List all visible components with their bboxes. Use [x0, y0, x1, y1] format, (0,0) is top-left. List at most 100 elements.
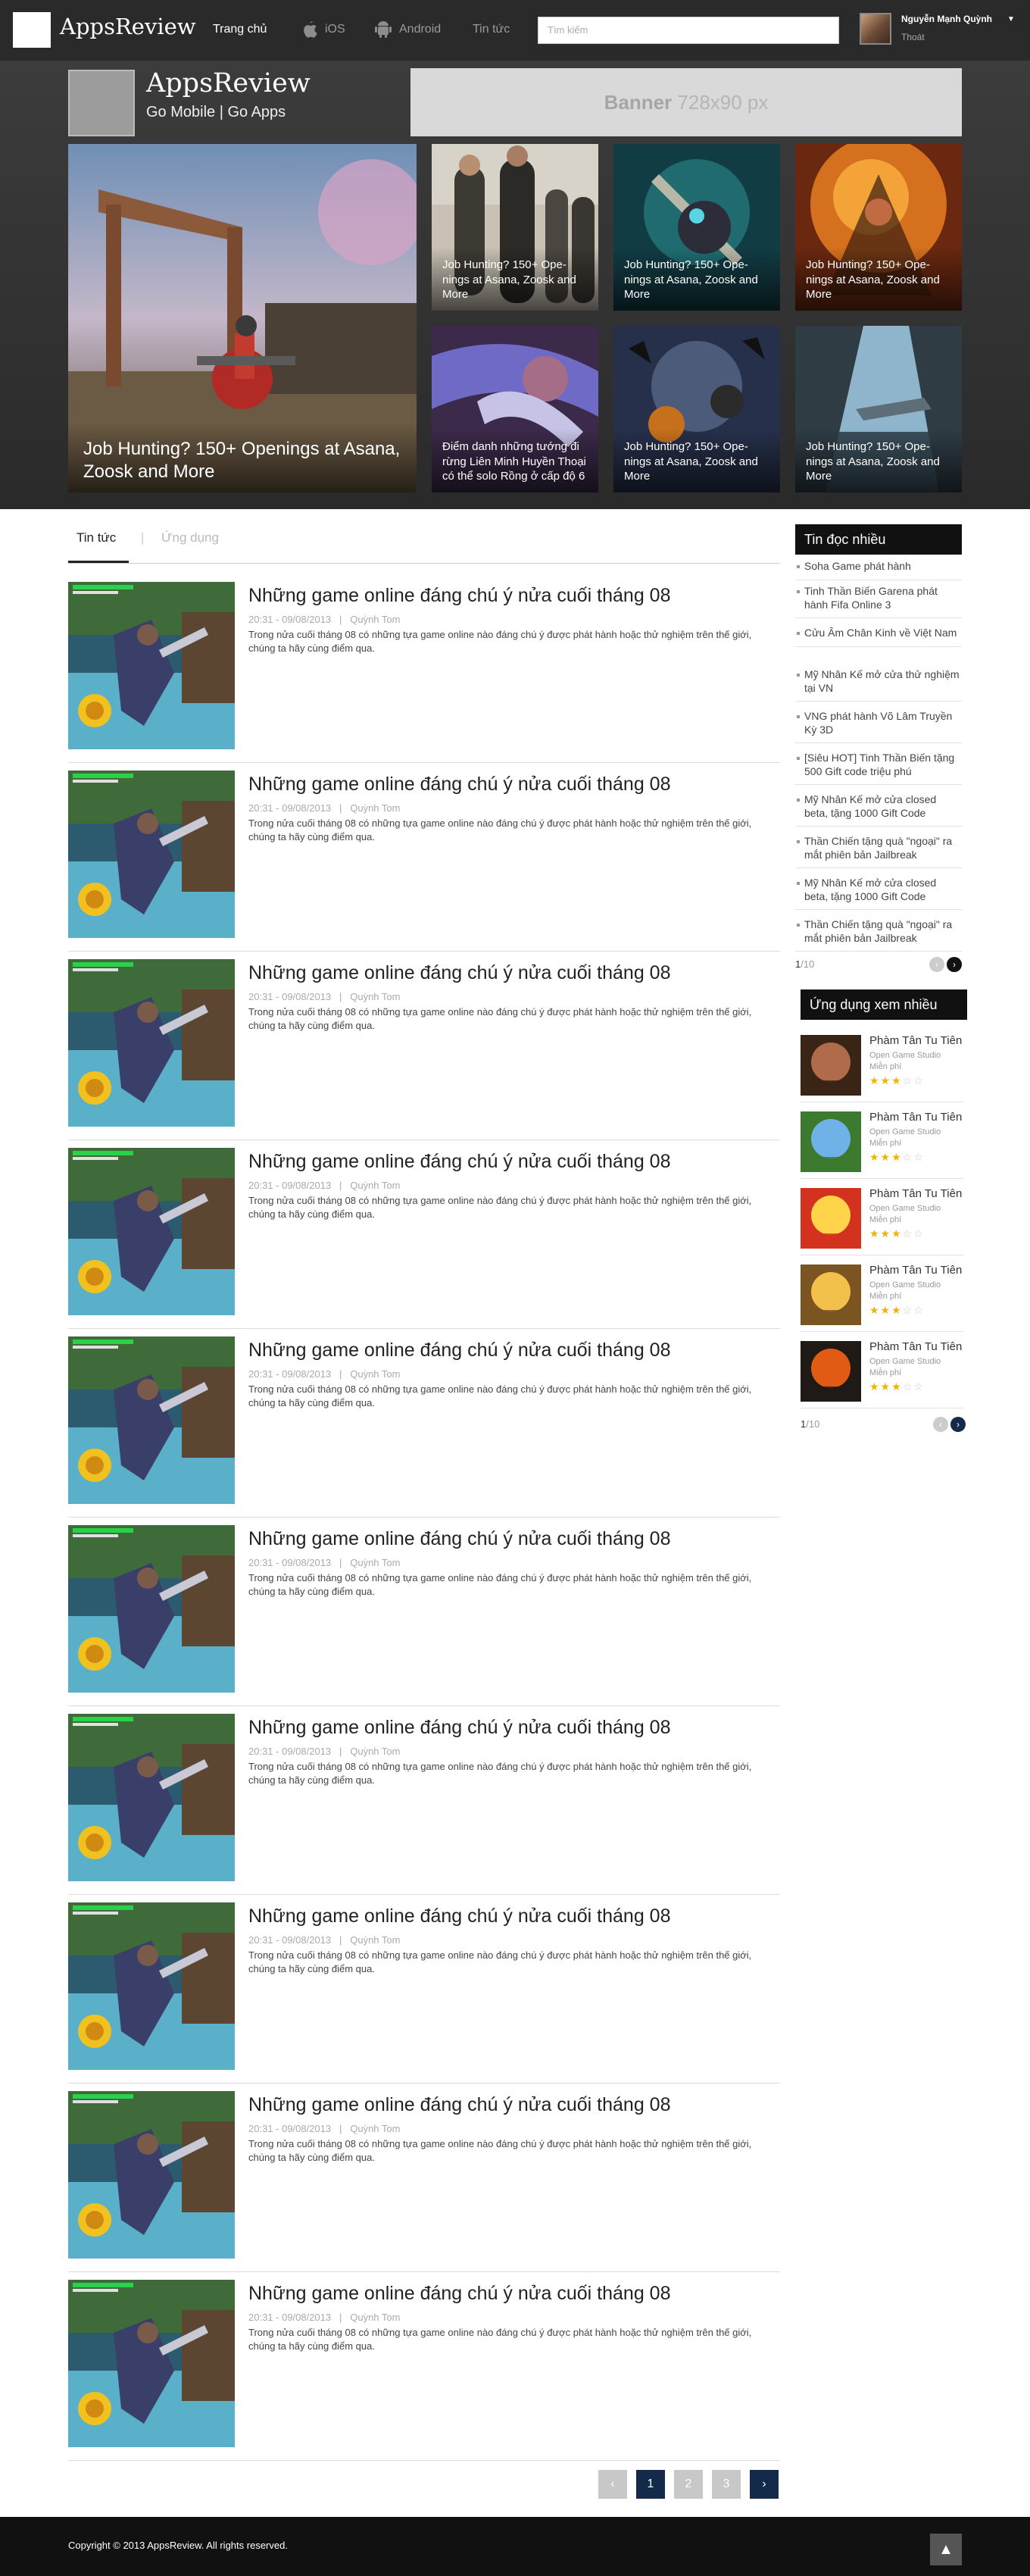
- ad-banner[interactable]: Banner 728x90 px: [410, 68, 962, 136]
- logo-text[interactable]: AppsReview: [60, 14, 196, 39]
- article-title[interactable]: Những game online đáng chú ý nửa cuối th…: [248, 1151, 670, 1173]
- app-item[interactable]: Phàm Tân Tu Tiên Open Game Studio Miễn phí…: [801, 1183, 963, 1255]
- most-read-item[interactable]: Mỹ Nhân Kế mở cửa closed beta, tặng 1000…: [795, 789, 962, 827]
- app-name[interactable]: Phàm Tân Tu Tiên: [869, 1187, 962, 1200]
- article-title[interactable]: Những game online đáng chú ý nửa cuối th…: [248, 1905, 670, 1927]
- article-thumbnail[interactable]: [68, 2091, 235, 2259]
- article-author[interactable]: Quỳnh Tom: [350, 1557, 400, 1568]
- app-price: Miễn phí: [869, 1292, 902, 1301]
- site-tagline: Go Mobile | Go Apps: [146, 104, 286, 120]
- tab-apps[interactable]: Ứng dụng: [161, 530, 219, 546]
- app-item[interactable]: Phàm Tân Tu Tiên Open Game Studio Miễn phí…: [801, 1030, 963, 1102]
- angry-birds-icon[interactable]: [801, 1188, 861, 1249]
- article-author[interactable]: Quỳnh Tom: [350, 802, 400, 814]
- article-author[interactable]: Quỳnh Tom: [350, 1180, 400, 1191]
- most-read-item[interactable]: Tinh Thần Biến Garena phát hành Fifa Onl…: [795, 580, 962, 618]
- tile-title[interactable]: Job Hunting? 150+ Ope-nings at Asana, Zo…: [795, 429, 962, 492]
- rating-stars: ★★★☆☆: [869, 1074, 925, 1086]
- most-read-prev-icon[interactable]: ‹: [929, 957, 944, 972]
- tile-title[interactable]: Job Hunting? 150+ Ope-nings at Asana, Zo…: [613, 247, 780, 311]
- article-thumbnail[interactable]: [68, 1714, 235, 1881]
- article-author[interactable]: Quỳnh Tom: [350, 1746, 400, 1757]
- app-name[interactable]: Phàm Tân Tu Tiên: [869, 1034, 962, 1047]
- tile-article[interactable]: Job Hunting? 150+ Ope-nings at Asana, Zo…: [613, 144, 780, 311]
- article-author[interactable]: Quỳnh Tom: [350, 1934, 400, 1946]
- most-read-next-icon[interactable]: ›: [947, 957, 962, 972]
- tile-article[interactable]: Điểm danh những tướng đi rừng Liên Minh …: [432, 326, 598, 492]
- tile-article[interactable]: Job Hunting? 150+ Ope-nings at Asana, Zo…: [613, 326, 780, 492]
- pagination-page-1[interactable]: 1: [636, 2470, 665, 2499]
- article-thumbnail[interactable]: [68, 1148, 235, 1315]
- tile-article[interactable]: Job Hunting? 150+ Ope-nings at Asana, Zo…: [795, 144, 962, 311]
- apps-next-icon[interactable]: ›: [950, 1417, 966, 1432]
- article-author[interactable]: Quỳnh Tom: [350, 2312, 400, 2323]
- ball-game-icon[interactable]: [801, 1111, 861, 1172]
- app-item[interactable]: Phàm Tân Tu Tiên Open Game Studio Miễn phí…: [801, 1336, 963, 1408]
- pagination-page-2[interactable]: 2: [674, 2470, 703, 2499]
- article-title[interactable]: Những game online đáng chú ý nửa cuối th…: [248, 774, 670, 796]
- article-thumbnail[interactable]: [68, 582, 235, 749]
- most-read-item[interactable]: [Siêu HOT] Tinh Thần Biến tặng 500 Gift …: [795, 747, 962, 785]
- most-read-item[interactable]: VNG phát hành Võ Lâm Truyền Kỳ 3D: [795, 705, 962, 743]
- tile-title[interactable]: Job Hunting? 150+ Ope-nings at Asana, Zo…: [795, 247, 962, 311]
- user-name[interactable]: Nguyễn Mạnh Quỳnh: [901, 14, 992, 24]
- tab-news[interactable]: Tin tức: [76, 530, 116, 546]
- app-item[interactable]: Phàm Tân Tu Tiên Open Game Studio Miễn phí…: [801, 1260, 963, 1332]
- meta-separator: |: [339, 802, 342, 814]
- nav-news[interactable]: Tin tức: [473, 23, 510, 36]
- article-author[interactable]: Quỳnh Tom: [350, 991, 400, 1002]
- tile-title[interactable]: Job Hunting? 150+ Ope-nings at Asana, Zo…: [432, 247, 598, 311]
- chevron-down-icon[interactable]: ▼: [1007, 15, 1015, 23]
- most-read-item[interactable]: Cửu Âm Chân Kinh về Việt Nam: [795, 622, 962, 647]
- app-item[interactable]: Phàm Tân Tu Tiên Open Game Studio Miễn phí…: [801, 1107, 963, 1179]
- apps-prev-icon[interactable]: ‹: [933, 1417, 948, 1432]
- featured-title[interactable]: Job Hunting? 150+ Openings at Asana, Zoo…: [68, 423, 417, 492]
- most-read-item[interactable]: Thần Chiến tặng quà "ngoại" ra mắt phiên…: [795, 914, 962, 952]
- most-read-item[interactable]: Mỹ Nhân Kế mở cửa closed beta, tặng 1000…: [795, 872, 962, 910]
- nav-android[interactable]: Android: [399, 23, 441, 36]
- article-thumbnail[interactable]: [68, 1902, 235, 2070]
- app-name[interactable]: Phàm Tân Tu Tiên: [869, 1340, 962, 1353]
- tile-title[interactable]: Job Hunting? 150+ Ope-nings at Asana, Zo…: [613, 429, 780, 492]
- tile-title[interactable]: Điểm danh những tướng đi rừng Liên Minh …: [432, 429, 598, 492]
- back-to-top-icon[interactable]: ▲: [930, 2534, 962, 2565]
- article-title[interactable]: Những game online đáng chú ý nửa cuối th…: [248, 962, 670, 984]
- most-read-item[interactable]: Mỹ Nhân Kế mở cửa thử nghiệm tại VN: [795, 664, 962, 702]
- logout-link[interactable]: Thoát: [901, 32, 925, 42]
- article-thumbnail[interactable]: [68, 1336, 235, 1504]
- warrior-portrait-icon[interactable]: [801, 1035, 861, 1096]
- pagination-next[interactable]: ›: [750, 2470, 779, 2499]
- logo-icon[interactable]: [13, 12, 51, 48]
- pagination-prev[interactable]: ‹: [598, 2470, 627, 2499]
- tile-article[interactable]: Job Hunting? 150+ Ope-nings at Asana, Zo…: [432, 144, 598, 311]
- article-thumbnail[interactable]: [68, 771, 235, 938]
- article-title[interactable]: Những game online đáng chú ý nửa cuối th…: [248, 2094, 670, 2116]
- app-name[interactable]: Phàm Tân Tu Tiên: [869, 1111, 962, 1124]
- article-author[interactable]: Quỳnh Tom: [350, 614, 400, 625]
- pagination-page-3[interactable]: 3: [712, 2470, 741, 2499]
- ninja-game-icon[interactable]: [801, 1341, 861, 1402]
- app-name[interactable]: Phàm Tân Tu Tiên: [869, 1264, 962, 1277]
- article-title[interactable]: Những game online đáng chú ý nửa cuối th…: [248, 1340, 670, 1361]
- article-title[interactable]: Những game online đáng chú ý nửa cuối th…: [248, 585, 670, 607]
- article-thumbnail[interactable]: [68, 1525, 235, 1693]
- article-image: [68, 2091, 235, 2259]
- most-read-item[interactable]: Thần Chiến tặng quà "ngoại" ra mắt phiên…: [795, 830, 962, 868]
- user-avatar[interactable]: [860, 13, 891, 45]
- search-input[interactable]: Tìm kiếm: [538, 17, 839, 44]
- featured-article[interactable]: Job Hunting? 150+ Openings at Asana, Zoo…: [68, 144, 417, 492]
- cartoon-game-icon[interactable]: [801, 1265, 861, 1325]
- nav-home[interactable]: Trang chủ: [213, 23, 267, 36]
- article-title[interactable]: Những game online đáng chú ý nửa cuối th…: [248, 1717, 670, 1739]
- article-title[interactable]: Những game online đáng chú ý nửa cuối th…: [248, 2283, 670, 2305]
- article-thumbnail[interactable]: [68, 2280, 235, 2447]
- article-title[interactable]: Những game online đáng chú ý nửa cuối th…: [248, 1528, 670, 1550]
- tile-article[interactable]: Job Hunting? 150+ Ope-nings at Asana, Zo…: [795, 326, 962, 492]
- most-read-item[interactable]: Soha Game phát hành: [795, 555, 962, 580]
- article-author[interactable]: Quỳnh Tom: [350, 2123, 400, 2134]
- site-logo[interactable]: [68, 70, 135, 136]
- article-thumbnail[interactable]: [68, 959, 235, 1127]
- article-author[interactable]: Quỳnh Tom: [350, 1368, 400, 1380]
- nav-ios[interactable]: iOS: [325, 23, 345, 36]
- site-title[interactable]: AppsReview: [146, 68, 311, 98]
